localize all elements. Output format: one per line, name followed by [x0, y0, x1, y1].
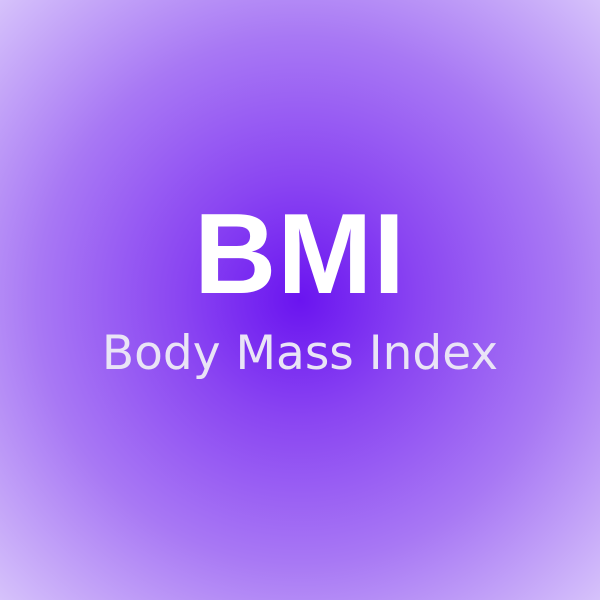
subtitle-full-name: Body Mass Index [101, 326, 499, 381]
acronym-heading: BMI [194, 191, 406, 318]
title-block: BMI Body Mass Index [0, 0, 600, 600]
